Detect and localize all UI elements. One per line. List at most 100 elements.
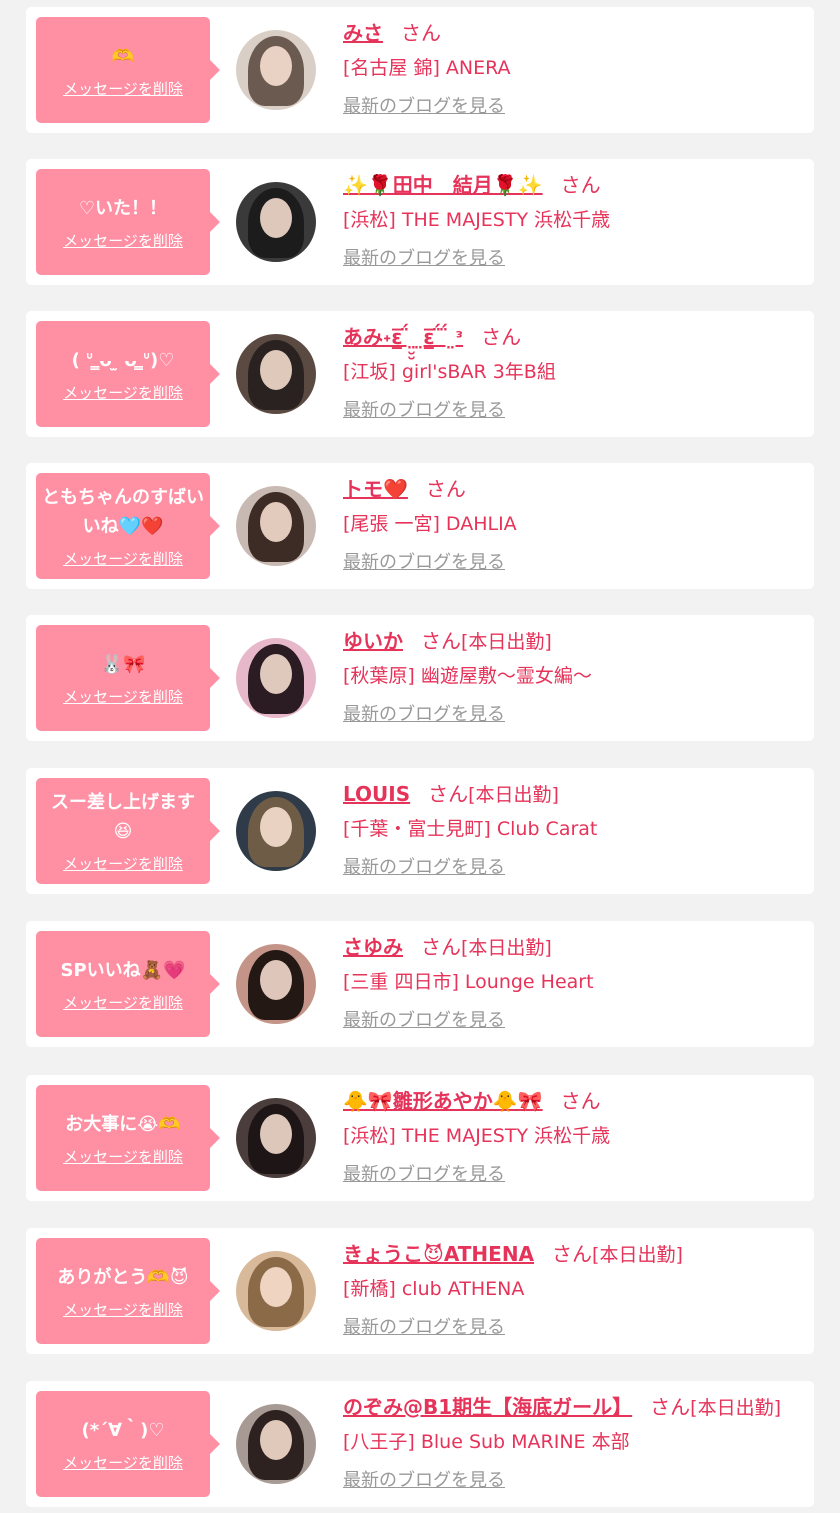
- shop-name: [浜松] THE MAJESTY 浜松千歳: [343, 1125, 611, 1147]
- avatar[interactable]: [236, 1404, 316, 1484]
- list-item: ( ᐡ ̳ᴗ ̫ ᴗ ̳ᐡ)♡ メッセージを削除 あみ˖ɛ̲̅ ̈́ ̤̮̮ ̤…: [26, 311, 814, 437]
- message-text: ともちゃんのすばいいね🩵❤️: [42, 487, 204, 537]
- avatar[interactable]: [236, 1251, 316, 1331]
- shop-name: [名古屋 錦] ANERA: [343, 57, 511, 79]
- message-bubble: スー差し上げます😆 メッセージを削除: [36, 778, 220, 884]
- shop-name: [秋葉原] 幽遊屋敷〜霊女編〜: [343, 665, 592, 687]
- delete-message-button[interactable]: メッセージを削除: [63, 687, 183, 707]
- message-bubble: (*´∀｀)♡ メッセージを削除: [36, 1391, 220, 1497]
- cast-name-link[interactable]: さゆみ: [343, 935, 403, 959]
- honorific: さん: [560, 173, 601, 197]
- avatar[interactable]: [236, 30, 316, 110]
- delete-message-button[interactable]: メッセージを削除: [63, 231, 183, 251]
- delete-message-button[interactable]: メッセージを削除: [63, 383, 183, 403]
- honorific: さん: [425, 477, 466, 501]
- latest-blog-link[interactable]: 最新のブログを見る: [343, 1310, 505, 1346]
- list-item: スー差し上げます😆 メッセージを削除 LOUIS さん[本日出勤] [千葉・富士見…: [26, 768, 814, 894]
- profile-info: みさ さん [名古屋 錦] ANERA 最新のブログを見る: [343, 17, 813, 125]
- message-bubble: ♡いた！！ メッセージを削除: [36, 169, 220, 275]
- cast-name-link[interactable]: トモ❤️: [343, 477, 408, 501]
- delete-message-button[interactable]: メッセージを削除: [63, 1300, 183, 1320]
- delete-message-button[interactable]: メッセージを削除: [63, 1453, 183, 1473]
- favorites-list: 🫶 メッセージを削除 みさ さん [名古屋 錦] ANERA 最新のブログを見る …: [0, 0, 840, 1513]
- cast-name-link[interactable]: きょうこ😈ATHENA: [343, 1242, 534, 1266]
- honorific: さん: [401, 21, 441, 45]
- cast-name-link[interactable]: のぞみ@B1期生【海底ガール】: [343, 1395, 632, 1419]
- shop-name: [八王子] Blue Sub MARINE 本部: [343, 1431, 630, 1453]
- delete-message-button[interactable]: メッセージを削除: [63, 79, 183, 99]
- latest-blog-link[interactable]: 最新のブログを見る: [343, 89, 505, 125]
- message-text: (*´∀｀)♡: [81, 1419, 165, 1441]
- list-item: お大事に😭🫶 メッセージを削除 🐥🎀雛形あやか🐥🎀 さん [浜松] THE MAJ…: [26, 1075, 814, 1201]
- latest-blog-link[interactable]: 最新のブログを見る: [343, 1463, 505, 1499]
- delete-message-button[interactable]: メッセージを削除: [63, 1147, 183, 1167]
- cast-name-link[interactable]: ✨🌹田中 結月🌹✨: [343, 173, 543, 197]
- list-item: ともちゃんのすばいいね🩵❤️ メッセージを削除 トモ❤️ さん [尾張 一宮] D…: [26, 463, 814, 589]
- status-badge: [本日出勤]: [690, 1397, 781, 1419]
- message-bubble: ありがとう🫶😈 メッセージを削除: [36, 1238, 220, 1344]
- latest-blog-link[interactable]: 最新のブログを見る: [343, 1157, 505, 1193]
- avatar[interactable]: [236, 182, 316, 262]
- delete-message-button[interactable]: メッセージを削除: [63, 549, 183, 569]
- status-badge: [本日出勤]: [461, 937, 552, 959]
- cast-name-link[interactable]: LOUIS: [343, 782, 410, 806]
- profile-info: トモ❤️ さん [尾張 一宮] DAHLIA 最新のブログを見る: [343, 473, 813, 581]
- message-text: ♡いた！！: [78, 197, 168, 219]
- cast-name-link[interactable]: みさ: [343, 21, 383, 45]
- honorific: さん: [421, 629, 461, 653]
- message-bubble: ( ᐡ ̳ᴗ ̫ ᴗ ̳ᐡ)♡ メッセージを削除: [36, 321, 220, 427]
- honorific: さん: [481, 325, 522, 349]
- latest-blog-link[interactable]: 最新のブログを見る: [343, 697, 505, 733]
- message-text: SPいいね🧸💗: [60, 959, 186, 981]
- cast-name-link[interactable]: ゆいか: [343, 629, 403, 653]
- profile-info: きょうこ😈ATHENA さん[本日出勤] [新橋] club ATHENA 最新の…: [343, 1238, 813, 1346]
- message-text: ありがとう🫶😈: [57, 1266, 189, 1288]
- avatar[interactable]: [236, 638, 316, 718]
- shop-name: [浜松] THE MAJESTY 浜松千歳: [343, 209, 611, 231]
- cast-name-link[interactable]: あみ˖ɛ̲̅ ̈́ ̤̮̮ ̤ɛ̲̅ ̈́ ̈́ ̤ᵌ: [343, 325, 463, 349]
- latest-blog-link[interactable]: 最新のブログを見る: [343, 850, 505, 886]
- shop-name: [江坂] girl'sBAR 3年B組: [343, 361, 556, 383]
- honorific: さん: [560, 1089, 601, 1113]
- profile-info: ゆいか さん[本日出勤] [秋葉原] 幽遊屋敷〜霊女編〜 最新のブログを見る: [343, 625, 813, 733]
- message-bubble: SPいいね🧸💗 メッセージを削除: [36, 931, 220, 1037]
- shop-name: [尾張 一宮] DAHLIA: [343, 513, 517, 535]
- message-text: スー差し上げます😆: [51, 792, 195, 842]
- honorific: さん: [552, 1242, 593, 1266]
- avatar[interactable]: [236, 486, 316, 566]
- latest-blog-link[interactable]: 最新のブログを見る: [343, 1003, 505, 1039]
- list-item: 🐰🎀 メッセージを削除 ゆいか さん[本日出勤] [秋葉原] 幽遊屋敷〜霊女編〜 …: [26, 615, 814, 741]
- latest-blog-link[interactable]: 最新のブログを見る: [343, 241, 505, 277]
- profile-info: さゆみ さん[本日出勤] [三重 四日市] Lounge Heart 最新のブログ…: [343, 931, 813, 1039]
- latest-blog-link[interactable]: 最新のブログを見る: [343, 545, 505, 581]
- list-item: ♡いた！！ メッセージを削除 ✨🌹田中 結月🌹✨ さん [浜松] THE MAJE…: [26, 159, 814, 285]
- delete-message-button[interactable]: メッセージを削除: [63, 993, 183, 1013]
- honorific: さん: [428, 782, 469, 806]
- delete-message-button[interactable]: メッセージを削除: [63, 854, 183, 874]
- cast-name-link[interactable]: 🐥🎀雛形あやか🐥🎀: [343, 1089, 543, 1113]
- shop-name: [千葉・富士見町] Club Carat: [343, 818, 598, 840]
- message-bubble: 🐰🎀 メッセージを削除: [36, 625, 220, 731]
- avatar[interactable]: [236, 334, 316, 414]
- message-bubble: お大事に😭🫶 メッセージを削除: [36, 1085, 220, 1191]
- profile-info: LOUIS さん[本日出勤] [千葉・富士見町] Club Carat 最新のブロ…: [343, 778, 813, 886]
- message-text: 🫶: [111, 45, 135, 67]
- status-badge: [本日出勤]: [461, 631, 552, 653]
- profile-info: 🐥🎀雛形あやか🐥🎀 さん [浜松] THE MAJESTY 浜松千歳 最新のブログ…: [343, 1085, 813, 1193]
- avatar[interactable]: [236, 791, 316, 871]
- message-bubble: ともちゃんのすばいいね🩵❤️ メッセージを削除: [36, 473, 220, 579]
- avatar[interactable]: [236, 944, 316, 1024]
- profile-info: あみ˖ɛ̲̅ ̈́ ̤̮̮ ̤ɛ̲̅ ̈́ ̈́ ̤ᵌ さん [江坂] girl'…: [343, 321, 813, 429]
- shop-name: [三重 四日市] Lounge Heart: [343, 971, 594, 993]
- list-item: 🫶 メッセージを削除 みさ さん [名古屋 錦] ANERA 最新のブログを見る: [26, 7, 814, 133]
- list-item: SPいいね🧸💗 メッセージを削除 さゆみ さん[本日出勤] [三重 四日市] Lo…: [26, 921, 814, 1047]
- status-badge: [本日出勤]: [592, 1244, 683, 1266]
- list-item: ありがとう🫶😈 メッセージを削除 きょうこ😈ATHENA さん[本日出勤] [新橋…: [26, 1228, 814, 1354]
- message-text: 🐰🎀: [100, 653, 146, 675]
- profile-info: のぞみ@B1期生【海底ガール】 さん[本日出勤] [八王子] Blue Sub M…: [343, 1391, 813, 1499]
- latest-blog-link[interactable]: 最新のブログを見る: [343, 393, 505, 429]
- shop-name: [新橋] club ATHENA: [343, 1278, 525, 1300]
- message-text: お大事に😭🫶: [65, 1113, 181, 1135]
- avatar[interactable]: [236, 1098, 316, 1178]
- list-item: (*´∀｀)♡ メッセージを削除 のぞみ@B1期生【海底ガール】 さん[本日出勤]…: [26, 1381, 814, 1507]
